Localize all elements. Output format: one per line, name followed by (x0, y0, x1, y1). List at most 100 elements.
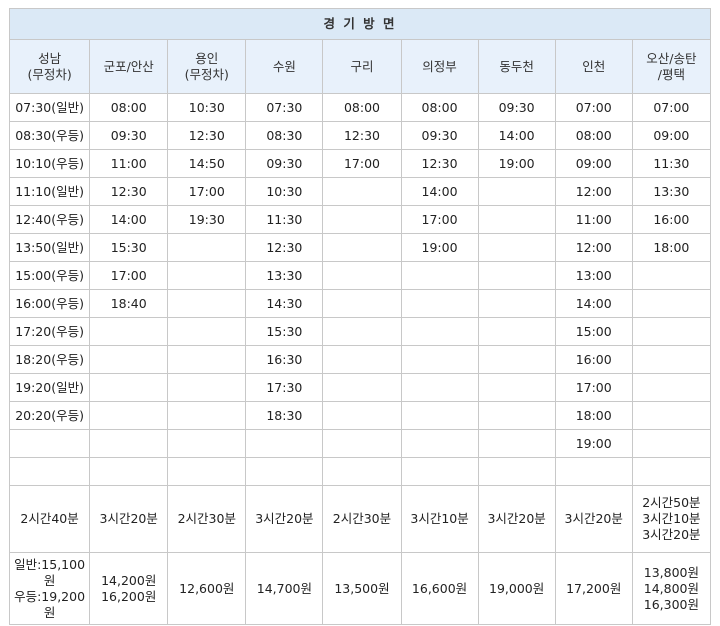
travel-duration-cell: 2시간30분 (322, 485, 402, 553)
departure-time-cell (245, 457, 324, 486)
departure-time-cell: 15:00 (554, 317, 633, 346)
departure-time-cell: 07:30(일반) (8, 93, 91, 122)
departure-time-cell: 17:30 (245, 373, 324, 402)
departure-time-cell: 08:30(우등) (8, 121, 91, 150)
departure-time-cell: 19:30 (167, 205, 247, 234)
departure-time-cell: 18:30 (245, 401, 324, 430)
departure-time-cell (89, 457, 169, 486)
departure-time-cell: 09:00 (554, 149, 633, 178)
departure-time-cell (477, 317, 556, 346)
departure-time-cell: 08:00 (322, 93, 402, 122)
departure-time-cell (322, 457, 402, 486)
departure-time-cell: 11:00 (554, 205, 633, 234)
departure-time-cell: 13:00 (554, 261, 633, 290)
departure-time-cell: 14:00 (89, 205, 169, 234)
departure-time-cell: 12:30 (400, 149, 479, 178)
time-row: 16:00(우등) 18:40 14:30 14:00 (8, 289, 712, 318)
departure-time-cell: 16:30 (245, 345, 324, 374)
departure-time-cell (322, 317, 402, 346)
departure-time-cell: 19:00 (477, 149, 556, 178)
destination-header: 의정부 (400, 39, 479, 94)
departure-time-cell (400, 401, 479, 430)
fare-cell: 17,200원 (554, 552, 633, 625)
departure-time-cell: 14:00 (554, 289, 633, 318)
fare-row: 일반:15,100원 우등:19,200원 14,200원 16,200원 12,6… (8, 552, 712, 625)
departure-time-cell: 10:30 (245, 177, 324, 206)
departure-time-cell (167, 345, 247, 374)
departure-time-cell (167, 233, 247, 262)
departure-time-cell (477, 205, 556, 234)
departure-time-cell (322, 261, 402, 290)
departure-time-cell: 19:20(일반) (8, 373, 91, 402)
departure-time-cell (477, 289, 556, 318)
departure-time-cell (322, 233, 402, 262)
departure-time-cell (400, 289, 479, 318)
travel-duration-cell: 2시간40분 (8, 485, 91, 553)
time-row: 12:40(우등) 14:00 19:30 11:30 17:00 11:00 16:00 (8, 205, 712, 234)
travel-duration-cell: 3시간20분 (554, 485, 633, 553)
time-row: 20:20(우등) 18:30 18:00 (8, 401, 712, 430)
departure-time-cell: 12:00 (554, 177, 633, 206)
departure-time-cell (477, 233, 556, 262)
departure-time-cell (477, 401, 556, 430)
departure-time-cell (477, 177, 556, 206)
destination-header: 군포/안산 (89, 39, 169, 94)
departure-time-cell (89, 401, 169, 430)
departure-time-cell: 11:30 (631, 149, 712, 178)
departure-time-cell (167, 289, 247, 318)
departure-time-cell: 14:30 (245, 289, 324, 318)
departure-time-cell: 17:00 (400, 205, 479, 234)
departure-time-cell (89, 345, 169, 374)
destination-header: 용인 (무정차) (167, 39, 247, 94)
departure-time-cell: 08:00 (554, 121, 633, 150)
departure-time-cell: 16:00 (631, 205, 712, 234)
fare-cell: 13,800원 14,800원 16,300원 (631, 552, 712, 625)
departure-time-cell: 11:00 (89, 149, 169, 178)
departure-time-cell: 18:00 (631, 233, 712, 262)
departure-time-cell: 20:20(우등) (8, 401, 91, 430)
schedule-body: 07:30(일반) 08:00 10:30 07:30 08:00 08:00 09:30 0… (8, 93, 712, 625)
time-row: 11:10(일반) 12:30 17:00 10:30 14:00 12:00 13:30 (8, 177, 712, 206)
departure-time-cell: 12:30 (167, 121, 247, 150)
departure-time-cell (167, 401, 247, 430)
departure-time-cell: 15:30 (245, 317, 324, 346)
departure-time-cell: 18:40 (89, 289, 169, 318)
departure-time-cell (631, 261, 712, 290)
travel-duration-cell: 2시간50분 3시간10분 3시간20분 (631, 485, 712, 553)
departure-time-cell (89, 373, 169, 402)
time-row (8, 457, 712, 486)
departure-time-cell (477, 429, 556, 458)
departure-time-cell: 09:00 (631, 121, 712, 150)
departure-time-cell: 13:50(일반) (8, 233, 91, 262)
departure-time-cell: 14:00 (477, 121, 556, 150)
departure-time-cell: 19:00 (400, 233, 479, 262)
departure-time-cell (322, 429, 402, 458)
departure-time-cell: 17:00 (554, 373, 633, 402)
departure-time-cell (400, 373, 479, 402)
departure-time-cell: 07:00 (631, 93, 712, 122)
departure-time-cell: 13:30 (631, 177, 712, 206)
travel-duration-cell: 3시간20분 (477, 485, 556, 553)
departure-time-cell (477, 345, 556, 374)
departure-time-cell (477, 261, 556, 290)
destination-header: 인천 (554, 39, 633, 94)
time-row: 10:10(우등) 11:00 14:50 09:30 17:00 12:30 19:00 0… (8, 149, 712, 178)
departure-time-cell: 11:10(일반) (8, 177, 91, 206)
departure-time-cell: 19:00 (554, 429, 633, 458)
departure-time-cell: 09:30 (400, 121, 479, 150)
destination-header-row: 성남 (무정차) 군포/안산 용인 (무정차) 수원 구리 의정부 동두천 인천 오산/송탄 /… (8, 39, 712, 94)
departure-time-cell: 16:00 (554, 345, 633, 374)
departure-time-cell (631, 317, 712, 346)
departure-time-cell (322, 345, 402, 374)
departure-time-cell (400, 345, 479, 374)
departure-time-cell: 12:00 (554, 233, 633, 262)
departure-time-cell (245, 429, 324, 458)
departure-time-cell: 16:00(우등) (8, 289, 91, 318)
title-row: 경 기 방 면 (9, 8, 711, 40)
departure-time-cell: 07:30 (245, 93, 324, 122)
departure-time-cell (400, 429, 479, 458)
departure-time-cell: 12:30 (245, 233, 324, 262)
fare-cell: 19,000원 (477, 552, 556, 625)
departure-time-cell: 10:10(우등) (8, 149, 91, 178)
departure-time-cell: 15:30 (89, 233, 169, 262)
